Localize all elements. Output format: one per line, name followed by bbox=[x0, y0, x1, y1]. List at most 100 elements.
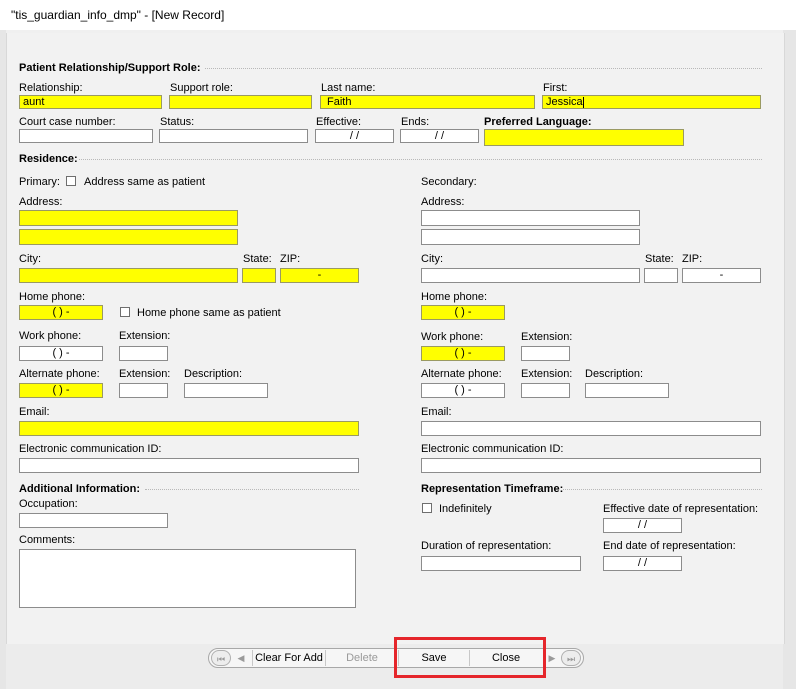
secondary-state-field[interactable] bbox=[644, 268, 678, 283]
indefinitely-checkbox[interactable] bbox=[422, 503, 432, 513]
address-same-label: Address same as patient bbox=[84, 176, 206, 188]
secondary-work-ext-label: Extension: bbox=[521, 331, 573, 343]
secondary-address-line2[interactable] bbox=[421, 229, 640, 245]
home-phone-same-checkbox[interactable] bbox=[120, 307, 130, 317]
next-record-icon[interactable]: ▶ bbox=[545, 650, 559, 666]
delete-button[interactable]: Delete bbox=[327, 650, 397, 666]
highlight-box bbox=[394, 637, 546, 678]
primary-work-phone-field[interactable]: ( ) - bbox=[19, 346, 103, 361]
secondary-zip-field[interactable]: - bbox=[682, 268, 761, 283]
primary-address-label: Address: bbox=[19, 196, 63, 208]
secondary-ecomm-field[interactable] bbox=[421, 458, 761, 473]
primary-zip-field[interactable]: - bbox=[280, 268, 359, 283]
primary-state-label: State: bbox=[243, 253, 272, 265]
duration-rep-field[interactable] bbox=[421, 556, 581, 571]
section-divider bbox=[563, 489, 762, 490]
effective-date-field[interactable]: / / bbox=[315, 129, 394, 143]
first-name-field[interactable]: Jessica bbox=[542, 95, 761, 109]
primary-alt-desc-field[interactable] bbox=[184, 383, 268, 398]
primary-email-label: Email: bbox=[19, 406, 50, 418]
secondary-ecomm-label: Electronic communication ID: bbox=[421, 443, 564, 455]
primary-zip-label: ZIP: bbox=[280, 253, 301, 265]
primary-address-line1[interactable] bbox=[19, 210, 238, 226]
secondary-email-field[interactable] bbox=[421, 421, 761, 436]
status-label: Status: bbox=[160, 116, 195, 128]
secondary-label: Secondary: bbox=[421, 176, 477, 188]
occupation-label: Occupation: bbox=[19, 498, 78, 510]
ends-label: Ends: bbox=[401, 116, 430, 128]
section-residence: Residence: bbox=[19, 153, 78, 165]
primary-alt-ext-label: Extension: bbox=[119, 368, 171, 380]
secondary-alt-ext-field[interactable] bbox=[521, 383, 570, 398]
first-name-label: First: bbox=[543, 82, 568, 94]
last-name-field[interactable]: Faith bbox=[320, 95, 535, 109]
primary-label: Primary: bbox=[19, 176, 60, 188]
text-cursor bbox=[583, 97, 584, 108]
primary-state-field[interactable] bbox=[242, 268, 276, 283]
duration-rep-label: Duration of representation: bbox=[421, 540, 552, 552]
section-patient-relationship: Patient Relationship/Support Role: bbox=[19, 62, 201, 74]
secondary-alt-desc-label: Description: bbox=[585, 368, 644, 380]
primary-city-label: City: bbox=[19, 253, 41, 265]
section-representation-timeframe: Representation Timeframe: bbox=[421, 483, 564, 495]
primary-address-line2[interactable] bbox=[19, 229, 238, 245]
status-field[interactable] bbox=[159, 129, 308, 143]
nav-separator bbox=[325, 650, 326, 666]
court-case-field[interactable] bbox=[19, 129, 153, 143]
secondary-alt-desc-field[interactable] bbox=[585, 383, 669, 398]
secondary-home-phone-field[interactable]: ( ) - bbox=[421, 305, 505, 320]
primary-alt-phone-label: Alternate phone: bbox=[19, 368, 100, 380]
support-role-field[interactable] bbox=[169, 95, 312, 109]
first-record-icon[interactable]: ⏮ bbox=[211, 650, 231, 666]
secondary-city-field[interactable] bbox=[421, 268, 640, 283]
relationship-field[interactable]: aunt bbox=[19, 95, 162, 109]
primary-work-ext-label: Extension: bbox=[119, 330, 171, 342]
last-record-icon[interactable]: ⏭ bbox=[561, 650, 581, 666]
secondary-alt-ext-label: Extension: bbox=[521, 368, 573, 380]
home-phone-same-label: Home phone same as patient bbox=[137, 307, 281, 319]
clear-for-add-button[interactable]: Clear For Add bbox=[254, 650, 324, 666]
preferred-language-field[interactable] bbox=[484, 129, 684, 146]
end-date-rep-label: End date of representation: bbox=[603, 540, 736, 552]
effective-date-rep-field[interactable]: / / bbox=[603, 518, 682, 533]
secondary-work-ext-field[interactable] bbox=[521, 346, 570, 361]
support-role-label: Support role: bbox=[170, 82, 233, 94]
secondary-alt-phone-field[interactable]: ( ) - bbox=[421, 383, 505, 398]
effective-label: Effective: bbox=[316, 116, 362, 128]
secondary-zip-label: ZIP: bbox=[682, 253, 703, 265]
primary-alt-desc-label: Description: bbox=[184, 368, 243, 380]
effective-date-rep-label: Effective date of representation: bbox=[603, 503, 759, 515]
court-case-label: Court case number: bbox=[19, 116, 116, 128]
last-name-label: Last name: bbox=[321, 82, 376, 94]
title-bar: "tis_guardian_info_dmp" - [New Record] bbox=[0, 0, 796, 30]
section-divider bbox=[205, 68, 762, 69]
prev-record-icon[interactable]: ◀ bbox=[233, 650, 249, 666]
section-divider bbox=[79, 159, 762, 160]
primary-home-phone-field[interactable]: ( ) - bbox=[19, 305, 103, 320]
indefinitely-label: Indefinitely bbox=[439, 503, 492, 515]
address-same-checkbox[interactable] bbox=[66, 176, 76, 186]
occupation-field[interactable] bbox=[19, 513, 168, 528]
secondary-address-label: Address: bbox=[421, 196, 465, 208]
end-date-rep-field[interactable]: / / bbox=[603, 556, 682, 571]
nav-separator bbox=[252, 650, 253, 666]
comments-textarea[interactable] bbox=[19, 549, 356, 608]
ends-date-field[interactable]: / / bbox=[400, 129, 479, 143]
section-additional-info: Additional Information: bbox=[19, 483, 140, 495]
secondary-work-phone-label: Work phone: bbox=[421, 331, 484, 343]
primary-ecomm-label: Electronic communication ID: bbox=[19, 443, 162, 455]
secondary-work-phone-field[interactable]: ( ) - bbox=[421, 346, 505, 361]
primary-email-field[interactable] bbox=[19, 421, 359, 436]
secondary-address-line1[interactable] bbox=[421, 210, 640, 226]
primary-alt-phone-field[interactable]: ( ) - bbox=[19, 383, 103, 398]
preferred-language-label: Preferred Language: bbox=[484, 116, 592, 128]
relationship-label: Relationship: bbox=[19, 82, 83, 94]
primary-work-ext-field[interactable] bbox=[119, 346, 168, 361]
secondary-state-label: State: bbox=[645, 253, 674, 265]
primary-city-field[interactable] bbox=[19, 268, 238, 283]
secondary-city-label: City: bbox=[421, 253, 443, 265]
primary-alt-ext-field[interactable] bbox=[119, 383, 168, 398]
primary-ecomm-field[interactable] bbox=[19, 458, 359, 473]
window-title: "tis_guardian_info_dmp" - [New Record] bbox=[11, 8, 225, 22]
section-divider bbox=[145, 489, 359, 490]
